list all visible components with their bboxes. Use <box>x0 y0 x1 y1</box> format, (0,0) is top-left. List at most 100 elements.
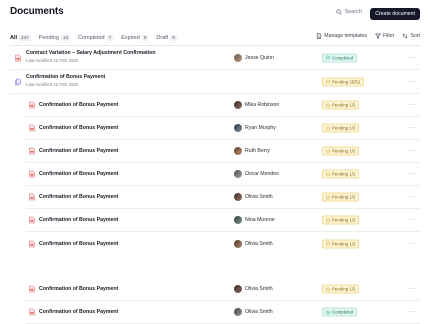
table-row[interactable]: Confirmation of Bonus Payment Olivia Smi… <box>26 278 420 301</box>
avatar <box>234 239 242 248</box>
more-options-icon[interactable]: ··· <box>409 241 417 247</box>
status-tabs: All 247 Pending 13 Completed 7 Expired 0… <box>10 32 177 46</box>
document-title[interactable]: Confirmation of Bonus Payment <box>39 125 118 131</box>
filter-icon <box>374 33 381 39</box>
page-title: Documents <box>10 6 64 17</box>
document-title[interactable]: Confirmation of Bonus Payment <box>26 74 105 80</box>
avatar <box>234 285 242 293</box>
signer: Olivia Smith <box>234 285 273 293</box>
tab-label: Pending <box>38 35 59 41</box>
clock-icon <box>326 126 330 130</box>
table-row[interactable]: Confirmation of Bonus Payment Nina Munro… <box>26 209 420 232</box>
sort-label: Sort <box>410 33 420 39</box>
clock-icon <box>326 287 330 291</box>
avatar <box>234 53 242 62</box>
check-circle-icon <box>326 310 330 314</box>
avatar <box>234 124 242 132</box>
signer-name: Ryan Murphy <box>245 125 276 131</box>
more-options-icon[interactable]: ··· <box>409 309 417 315</box>
manage-templates-button[interactable]: Manage templates <box>316 33 367 39</box>
document-title[interactable]: Confirmation of Bonus Payment <box>39 102 118 108</box>
table-row[interactable]: Confirmation of Bonus Payment Olivia Smi… <box>26 232 420 255</box>
table-row[interactable]: Confirmation of Bonus Payment Ruth Berry… <box>26 140 420 163</box>
status-badge: Pending 1/2 <box>322 192 360 202</box>
avatar <box>234 101 242 109</box>
more-options-icon[interactable]: ··· <box>409 55 417 61</box>
table-row[interactable]: Contract Variation – Salary Adjustment C… <box>10 46 420 70</box>
tab-count: 0 <box>141 35 149 41</box>
document-title[interactable]: Confirmation of Bonus Payment <box>39 148 118 154</box>
filter-label: Filter <box>382 33 395 39</box>
more-options-icon[interactable]: ··· <box>409 102 417 108</box>
table-row[interactable]: Confirmation of Bonus Payment Olivia Smi… <box>26 186 420 209</box>
pdf-file-icon <box>29 170 35 178</box>
signer-name: Jesse Quinn <box>245 54 274 61</box>
status-label: Pending 1/2 <box>332 241 356 246</box>
status-badge: Pending 1/2 <box>322 284 360 294</box>
pdf-file-icon <box>29 240 35 247</box>
tab-draft[interactable]: Draft 0 <box>156 32 177 44</box>
tab-completed[interactable]: Completed 7 <box>78 32 114 44</box>
table-row[interactable]: Confirmation of Bonus Payment Oscar Mend… <box>26 163 420 186</box>
avatar <box>234 170 242 178</box>
table-row[interactable]: Confirmation of Bonus Payment Mika Robin… <box>26 94 420 117</box>
clock-icon <box>326 79 330 84</box>
clock-icon <box>326 218 330 222</box>
signer-name: Olivia Smith <box>245 194 273 200</box>
more-options-icon[interactable]: ··· <box>409 79 417 85</box>
filter-button[interactable]: Filter <box>374 33 395 39</box>
search-button[interactable]: Search <box>335 9 362 15</box>
signer-name: Mika Robinson <box>245 102 280 108</box>
pdf-file-icon <box>29 216 35 224</box>
clock-icon <box>326 241 330 246</box>
search-icon <box>335 9 342 15</box>
signer: Olivia Smith <box>234 193 273 201</box>
clock-icon <box>326 149 330 153</box>
table-actions: Manage templates Filter Sort <box>316 33 420 39</box>
signer: Jesse Quinn <box>234 53 274 62</box>
tab-count: 0 <box>170 35 177 41</box>
more-options-icon[interactable]: ··· <box>409 217 417 223</box>
table-row[interactable]: Confirmation of Bonus Payment Olivia Smi… <box>26 301 420 324</box>
signer-name: Olivia Smith <box>245 240 273 247</box>
signer-name: Olivia Smith <box>245 286 273 292</box>
pdf-file-icon <box>29 147 35 155</box>
tab-all[interactable]: All 247 <box>10 32 31 46</box>
more-options-icon[interactable]: ··· <box>409 286 417 292</box>
table-row-group[interactable]: Confirmation of Bonus Payment Last modif… <box>10 70 420 94</box>
document-title[interactable]: Confirmation of Bonus Payment <box>39 194 118 200</box>
tab-count: 247 <box>19 35 31 41</box>
status-label: Pending 1/2 <box>332 217 356 223</box>
status-label: Pending 1/2 <box>332 286 356 292</box>
document-title[interactable]: Confirmation of Bonus Payment <box>39 309 118 315</box>
more-options-icon[interactable]: ··· <box>409 148 417 154</box>
signer-name: Oscar Mendes <box>245 171 279 177</box>
pdf-file-icon <box>29 101 35 109</box>
document-icon <box>317 33 322 39</box>
signer: Nina Munroe <box>234 216 275 224</box>
document-title[interactable]: Confirmation of Bonus Payment <box>39 286 118 292</box>
status-label: Completed <box>332 55 354 60</box>
tab-pending[interactable]: Pending 13 <box>38 32 71 44</box>
more-options-icon[interactable]: ··· <box>409 171 417 177</box>
signer: Olivia Smith <box>234 239 273 248</box>
clock-icon <box>326 172 330 176</box>
manage-templates-label: Manage templates <box>324 33 367 39</box>
status-badge: Pending 1/2 <box>322 239 360 248</box>
signer: Mika Robinson <box>234 101 279 109</box>
create-document-button[interactable]: Create document <box>370 8 420 20</box>
signer: Olivia Smith <box>234 308 273 316</box>
tab-expired[interactable]: Expired 0 <box>121 32 149 44</box>
table-row[interactable]: Confirmation of Bonus Payment Ryan Murph… <box>26 117 420 140</box>
status-badge: Pending 1/2 <box>322 100 360 110</box>
pdf-file-icon <box>29 285 35 293</box>
pdf-file-icon <box>29 308 35 316</box>
more-options-icon[interactable]: ··· <box>409 194 417 200</box>
document-title[interactable]: Confirmation of Bonus Payment <box>39 217 118 223</box>
document-title[interactable]: Confirmation of Bonus Payment <box>39 171 118 177</box>
signer-name: Ruth Berry <box>245 148 270 154</box>
more-options-icon[interactable]: ··· <box>409 125 417 131</box>
document-title[interactable]: Contract Variation – Salary Adjustment C… <box>26 50 156 56</box>
document-title[interactable]: Confirmation of Bonus Payment <box>39 241 118 247</box>
sort-button[interactable]: Sort <box>402 33 420 39</box>
